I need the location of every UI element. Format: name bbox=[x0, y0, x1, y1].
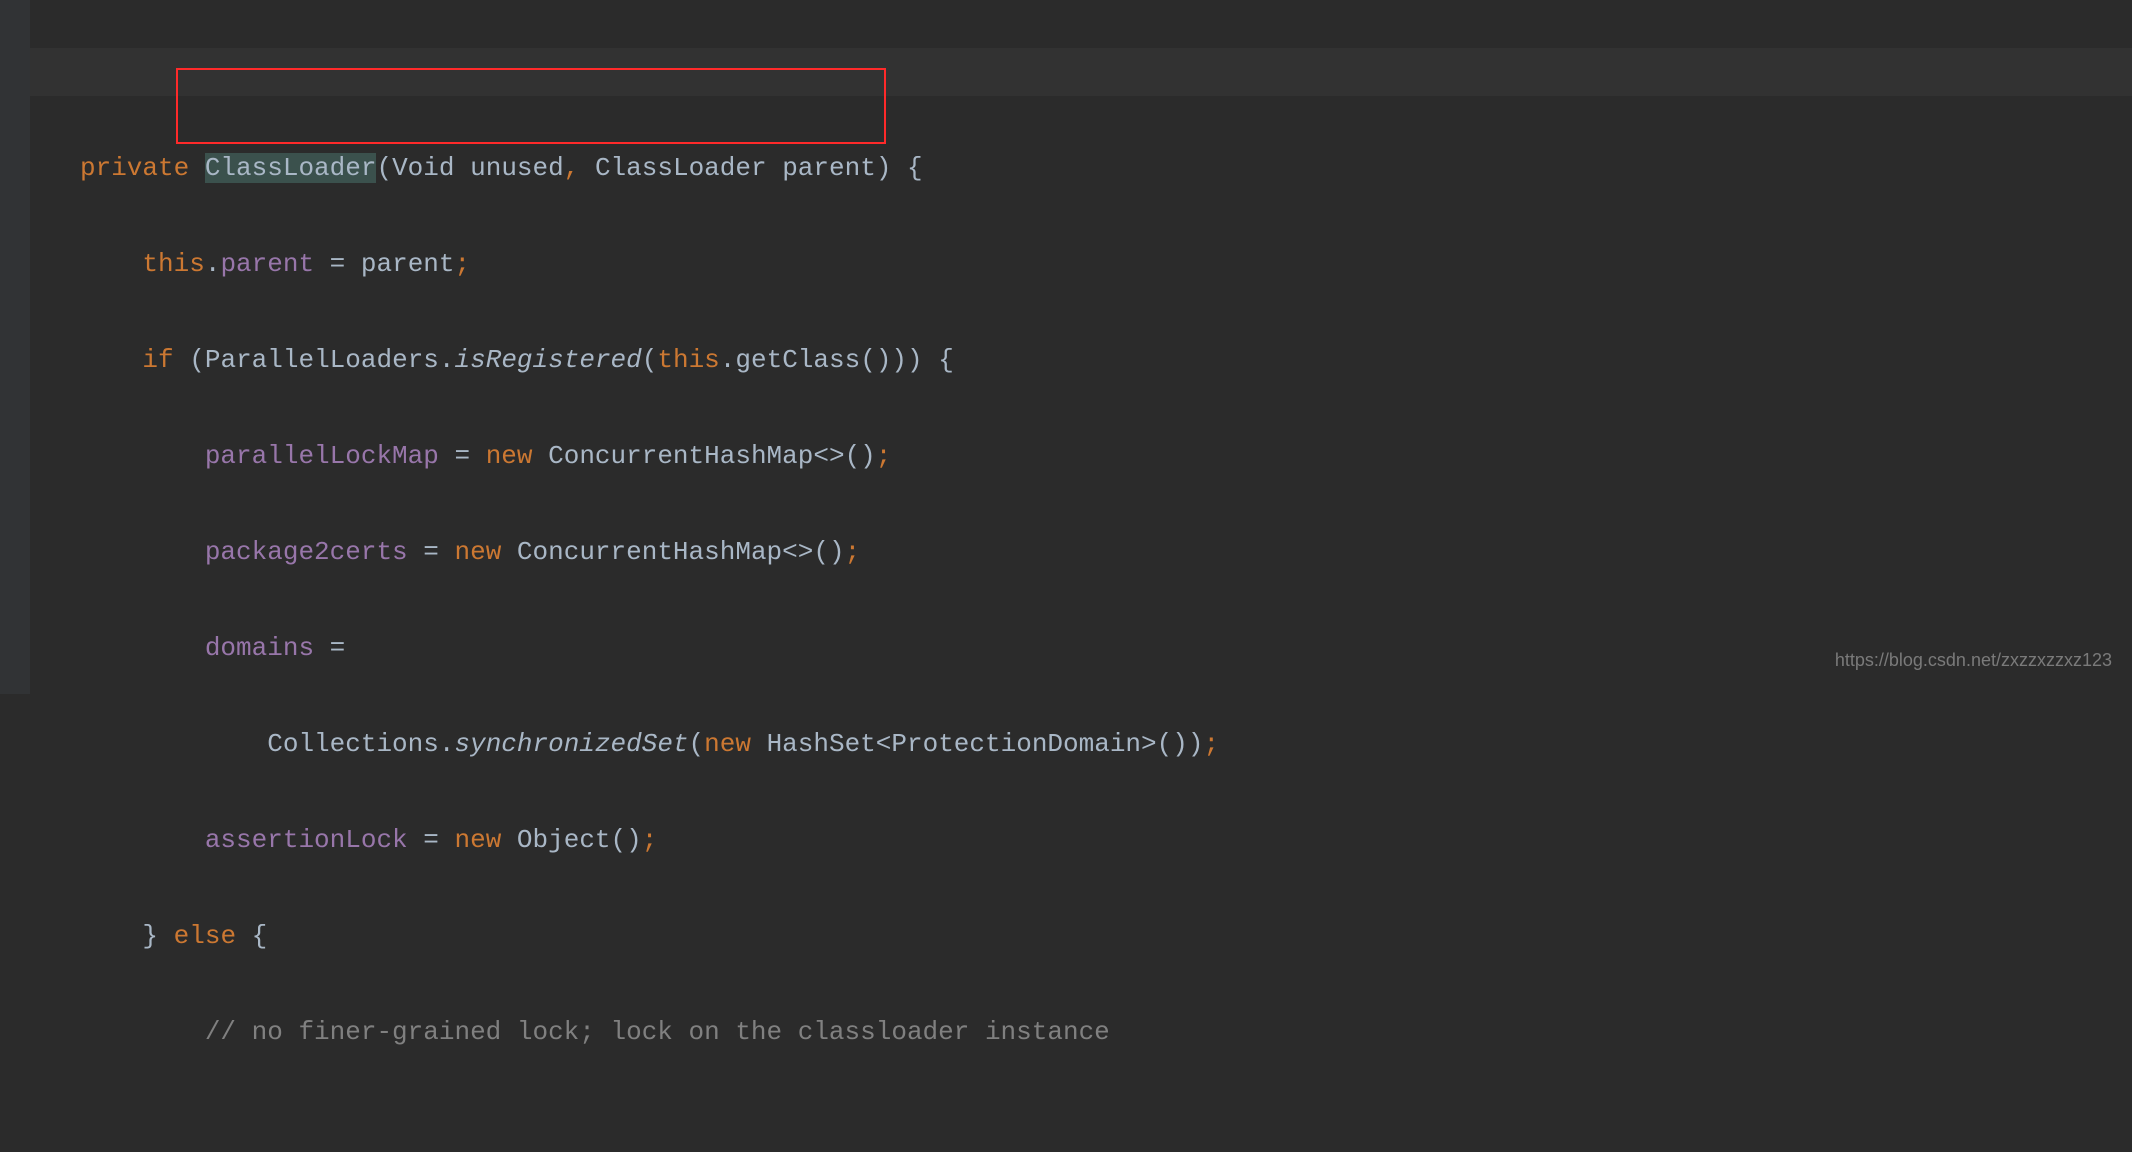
type-void: Void bbox=[392, 153, 454, 183]
type-hashset: HashSet bbox=[767, 729, 876, 759]
type-object: Object bbox=[517, 825, 611, 855]
code-line[interactable]: parallelLockMap = new ConcurrentHashMap<… bbox=[80, 432, 2132, 480]
keyword-new: new bbox=[704, 729, 751, 759]
eq: = bbox=[439, 441, 486, 471]
space bbox=[501, 537, 517, 567]
code-line[interactable]: domains = bbox=[80, 624, 2132, 672]
semicolon: ; bbox=[845, 537, 861, 567]
type-concurrenthashmap: ConcurrentHashMap bbox=[548, 441, 813, 471]
dot: . bbox=[439, 729, 455, 759]
code-line[interactable]: Collections.synchronizedSet(new HashSet<… bbox=[80, 720, 2132, 768]
field-parallellockmap: parallelLockMap bbox=[205, 441, 439, 471]
code-line[interactable]: if (ParallelLoaders.isRegistered(this.ge… bbox=[80, 336, 2132, 384]
space bbox=[751, 729, 767, 759]
code-editor[interactable]: private ClassLoader ( Void unused, ClassLo… bbox=[0, 0, 2132, 1152]
open-brace: { bbox=[236, 921, 267, 951]
field-parent: parent bbox=[220, 249, 314, 279]
open-paren: ( bbox=[642, 345, 658, 375]
semicolon: ; bbox=[642, 825, 658, 855]
keyword-new: new bbox=[454, 537, 501, 567]
type-concurrenthashmap: ConcurrentHashMap bbox=[517, 537, 782, 567]
field-package2certs: package2certs bbox=[205, 537, 408, 567]
diamond: <>() bbox=[782, 537, 844, 567]
keyword-private: private bbox=[80, 153, 189, 183]
comma: , bbox=[564, 153, 580, 183]
dot: . bbox=[439, 345, 455, 375]
diamond: <>() bbox=[813, 441, 875, 471]
open-paren: ( bbox=[174, 345, 205, 375]
dot: . bbox=[720, 345, 736, 375]
lt: < bbox=[876, 729, 892, 759]
keyword-new: new bbox=[454, 825, 501, 855]
keyword-else: else bbox=[174, 921, 236, 951]
eq: = bbox=[408, 537, 455, 567]
dot: . bbox=[205, 249, 221, 279]
param-parent: parent bbox=[782, 153, 876, 183]
type-classloader: ClassLoader bbox=[205, 153, 377, 183]
code-line[interactable]: private ClassLoader(Void unused, ClassLo… bbox=[80, 144, 2132, 192]
code-line[interactable]: // no finer-grained lock; lock on the cl… bbox=[80, 1008, 2132, 1056]
semicolon: ; bbox=[455, 249, 471, 279]
close-brace: } bbox=[142, 921, 173, 951]
space bbox=[533, 441, 549, 471]
space bbox=[501, 825, 517, 855]
open-paren: ( bbox=[689, 729, 705, 759]
type-collections: Collections bbox=[267, 729, 439, 759]
close: ())) { bbox=[860, 345, 954, 375]
type-protectiondomain: ProtectionDomain bbox=[891, 729, 1141, 759]
eq: = bbox=[408, 825, 455, 855]
type-classloader: ClassLoader bbox=[595, 153, 767, 183]
var-parent: parent bbox=[361, 249, 455, 279]
comment: // no finer-grained lock; lock on the cl… bbox=[205, 1017, 1110, 1047]
watermark-text: https://blog.csdn.net/zxzzxzzxz123 bbox=[1835, 636, 2112, 684]
close: () bbox=[611, 825, 642, 855]
method-isregistered: isRegistered bbox=[455, 345, 642, 375]
field-domains: domains bbox=[205, 633, 314, 663]
method-synchronizedset: synchronizedSet bbox=[454, 729, 688, 759]
type-parallel-loaders: ParallelLoaders bbox=[205, 345, 439, 375]
code-line[interactable]: this.parent = parent; bbox=[80, 240, 2132, 288]
eq: = bbox=[314, 249, 361, 279]
gt: > bbox=[1141, 729, 1157, 759]
param-unused: unused bbox=[470, 153, 564, 183]
semicolon: ; bbox=[876, 441, 892, 471]
close: ()) bbox=[1157, 729, 1204, 759]
code-line[interactable]: assertionLock = new Object(); bbox=[80, 816, 2132, 864]
code-line[interactable]: } else { bbox=[80, 912, 2132, 960]
keyword-new: new bbox=[486, 441, 533, 471]
keyword-this: this bbox=[657, 345, 719, 375]
code-line[interactable]: package2certs = new ConcurrentHashMap<>(… bbox=[80, 528, 2132, 576]
keyword-this: this bbox=[142, 249, 204, 279]
semicolon: ; bbox=[1203, 729, 1219, 759]
keyword-if: if bbox=[142, 345, 173, 375]
field-assertionlock: assertionLock bbox=[205, 825, 408, 855]
method-getclass: getClass bbox=[735, 345, 860, 375]
eq: = bbox=[314, 633, 345, 663]
brace: ) { bbox=[876, 153, 923, 183]
